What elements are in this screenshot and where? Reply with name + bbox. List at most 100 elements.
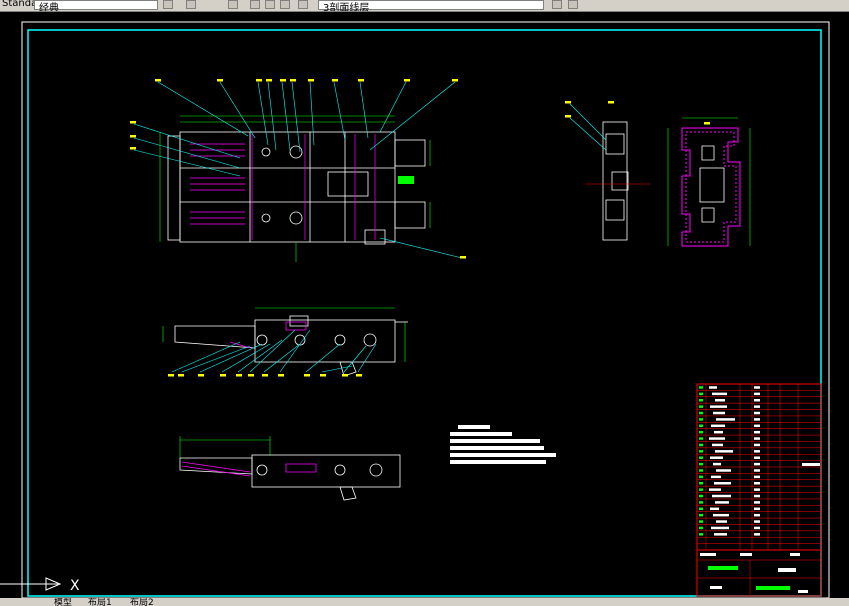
parts-row-number xyxy=(699,501,703,504)
balloon-number xyxy=(320,374,326,377)
balloon-number xyxy=(262,374,268,377)
bulb-icon[interactable] xyxy=(250,0,260,9)
balloon-number xyxy=(452,79,458,82)
balloon-number xyxy=(565,115,571,118)
parts-cell-text xyxy=(754,443,760,447)
parts-cell-text xyxy=(713,513,729,517)
parts-cell-text xyxy=(709,488,721,491)
parts-cell-text xyxy=(754,469,760,472)
layer-walk-icon[interactable] xyxy=(568,0,578,9)
tab-model[interactable]: 模型 xyxy=(54,598,72,606)
balloon-number xyxy=(217,79,223,82)
balloon-number xyxy=(248,374,254,377)
technical-notes xyxy=(450,425,556,464)
parts-cell-text xyxy=(754,501,760,504)
parts-cell-text xyxy=(710,405,727,408)
parts-cell-text xyxy=(754,405,760,408)
plan-view xyxy=(167,131,426,245)
balloon-number xyxy=(356,374,362,377)
parts-list xyxy=(696,383,822,551)
parts-row-number xyxy=(699,405,703,408)
balloon-number xyxy=(460,256,466,259)
layer-previous-icon[interactable] xyxy=(228,0,238,9)
parts-cell-text xyxy=(710,507,719,511)
balloon-number xyxy=(168,374,174,377)
parts-cell-text xyxy=(715,450,733,453)
parts-cell-text xyxy=(754,418,760,421)
parts-cell-text xyxy=(715,399,725,402)
balloon-number xyxy=(198,374,204,377)
parts-row-number xyxy=(699,418,703,421)
parts-row-number xyxy=(699,462,703,466)
parts-row-number xyxy=(699,533,703,536)
parts-row-number xyxy=(699,507,703,511)
parts-row-number xyxy=(699,526,703,530)
balloon-number xyxy=(130,135,136,138)
parts-cell-text xyxy=(710,456,723,459)
drawing-canvas[interactable]: X xyxy=(0,12,849,598)
layer-state-icon[interactable] xyxy=(186,0,196,9)
section-view-b-inner xyxy=(699,145,725,223)
balloon-number xyxy=(290,79,296,82)
side-view-dims xyxy=(162,307,406,362)
balloon-number xyxy=(704,122,710,125)
layer-dropdown-value: 3剖面线层 xyxy=(323,3,370,12)
parts-cell-text xyxy=(754,424,760,428)
section-view-a-leaders xyxy=(569,103,607,151)
make-current-icon[interactable] xyxy=(552,0,562,9)
workspace-dropdown[interactable]: 经典 xyxy=(34,0,158,12)
balloon-number xyxy=(155,79,161,82)
parts-cell-text xyxy=(802,463,820,466)
parts-cell-text xyxy=(754,520,760,523)
parts-cell-text xyxy=(709,386,717,389)
sun-icon[interactable] xyxy=(265,0,275,9)
layer-dropdown[interactable]: 3剖面线层 xyxy=(318,0,544,12)
balloon-number xyxy=(404,79,410,82)
parts-cell-text xyxy=(754,494,760,498)
balloon-number xyxy=(256,79,262,82)
parts-cell-text xyxy=(754,513,760,517)
plan-leaders xyxy=(133,81,463,259)
parts-cell-text xyxy=(711,475,721,479)
parts-cell-text xyxy=(716,469,731,472)
parts-row-number xyxy=(699,494,703,498)
parts-row-number xyxy=(699,392,703,396)
parts-row-number xyxy=(699,437,703,440)
balloon-number xyxy=(308,79,314,82)
parts-cell-text xyxy=(754,450,760,453)
parts-row-number xyxy=(699,443,703,447)
parts-cell-text xyxy=(754,526,760,530)
balloon-number xyxy=(130,121,136,124)
workspace-dropdown-value: 经典 xyxy=(39,3,59,12)
lock-icon[interactable] xyxy=(280,0,290,9)
tab-layout1[interactable]: 布局1 xyxy=(88,598,112,606)
parts-cell-text xyxy=(754,488,760,491)
parts-cell-text xyxy=(754,533,760,536)
parts-cell-text xyxy=(716,418,735,421)
parts-cell-text xyxy=(714,482,731,485)
title-block xyxy=(696,549,822,597)
parts-cell-text xyxy=(754,386,760,389)
color-swatch-icon[interactable] xyxy=(298,0,308,9)
parts-cell-text xyxy=(754,462,760,466)
parts-cell-text xyxy=(754,482,760,485)
layer-manager-icon[interactable] xyxy=(163,0,173,9)
balloon-number xyxy=(358,79,364,82)
parts-cell-text xyxy=(713,462,721,466)
ucs-x-label: X xyxy=(70,578,80,594)
parts-cell-text xyxy=(716,520,727,523)
balloon-number xyxy=(178,374,184,377)
tab-layout2[interactable]: 布局2 xyxy=(130,598,154,606)
parts-row-number xyxy=(699,399,703,402)
side-view xyxy=(174,315,408,377)
parts-row-number xyxy=(699,469,703,472)
parts-row-number xyxy=(699,386,703,389)
parts-cell-text xyxy=(754,475,760,479)
parts-cell-text xyxy=(711,526,729,530)
balloon-number xyxy=(342,374,348,377)
parts-cell-text xyxy=(712,443,723,447)
parts-cell-text xyxy=(712,392,727,396)
parts-row-number xyxy=(699,520,703,523)
parts-row-number xyxy=(699,513,703,517)
balloon-number xyxy=(220,374,226,377)
